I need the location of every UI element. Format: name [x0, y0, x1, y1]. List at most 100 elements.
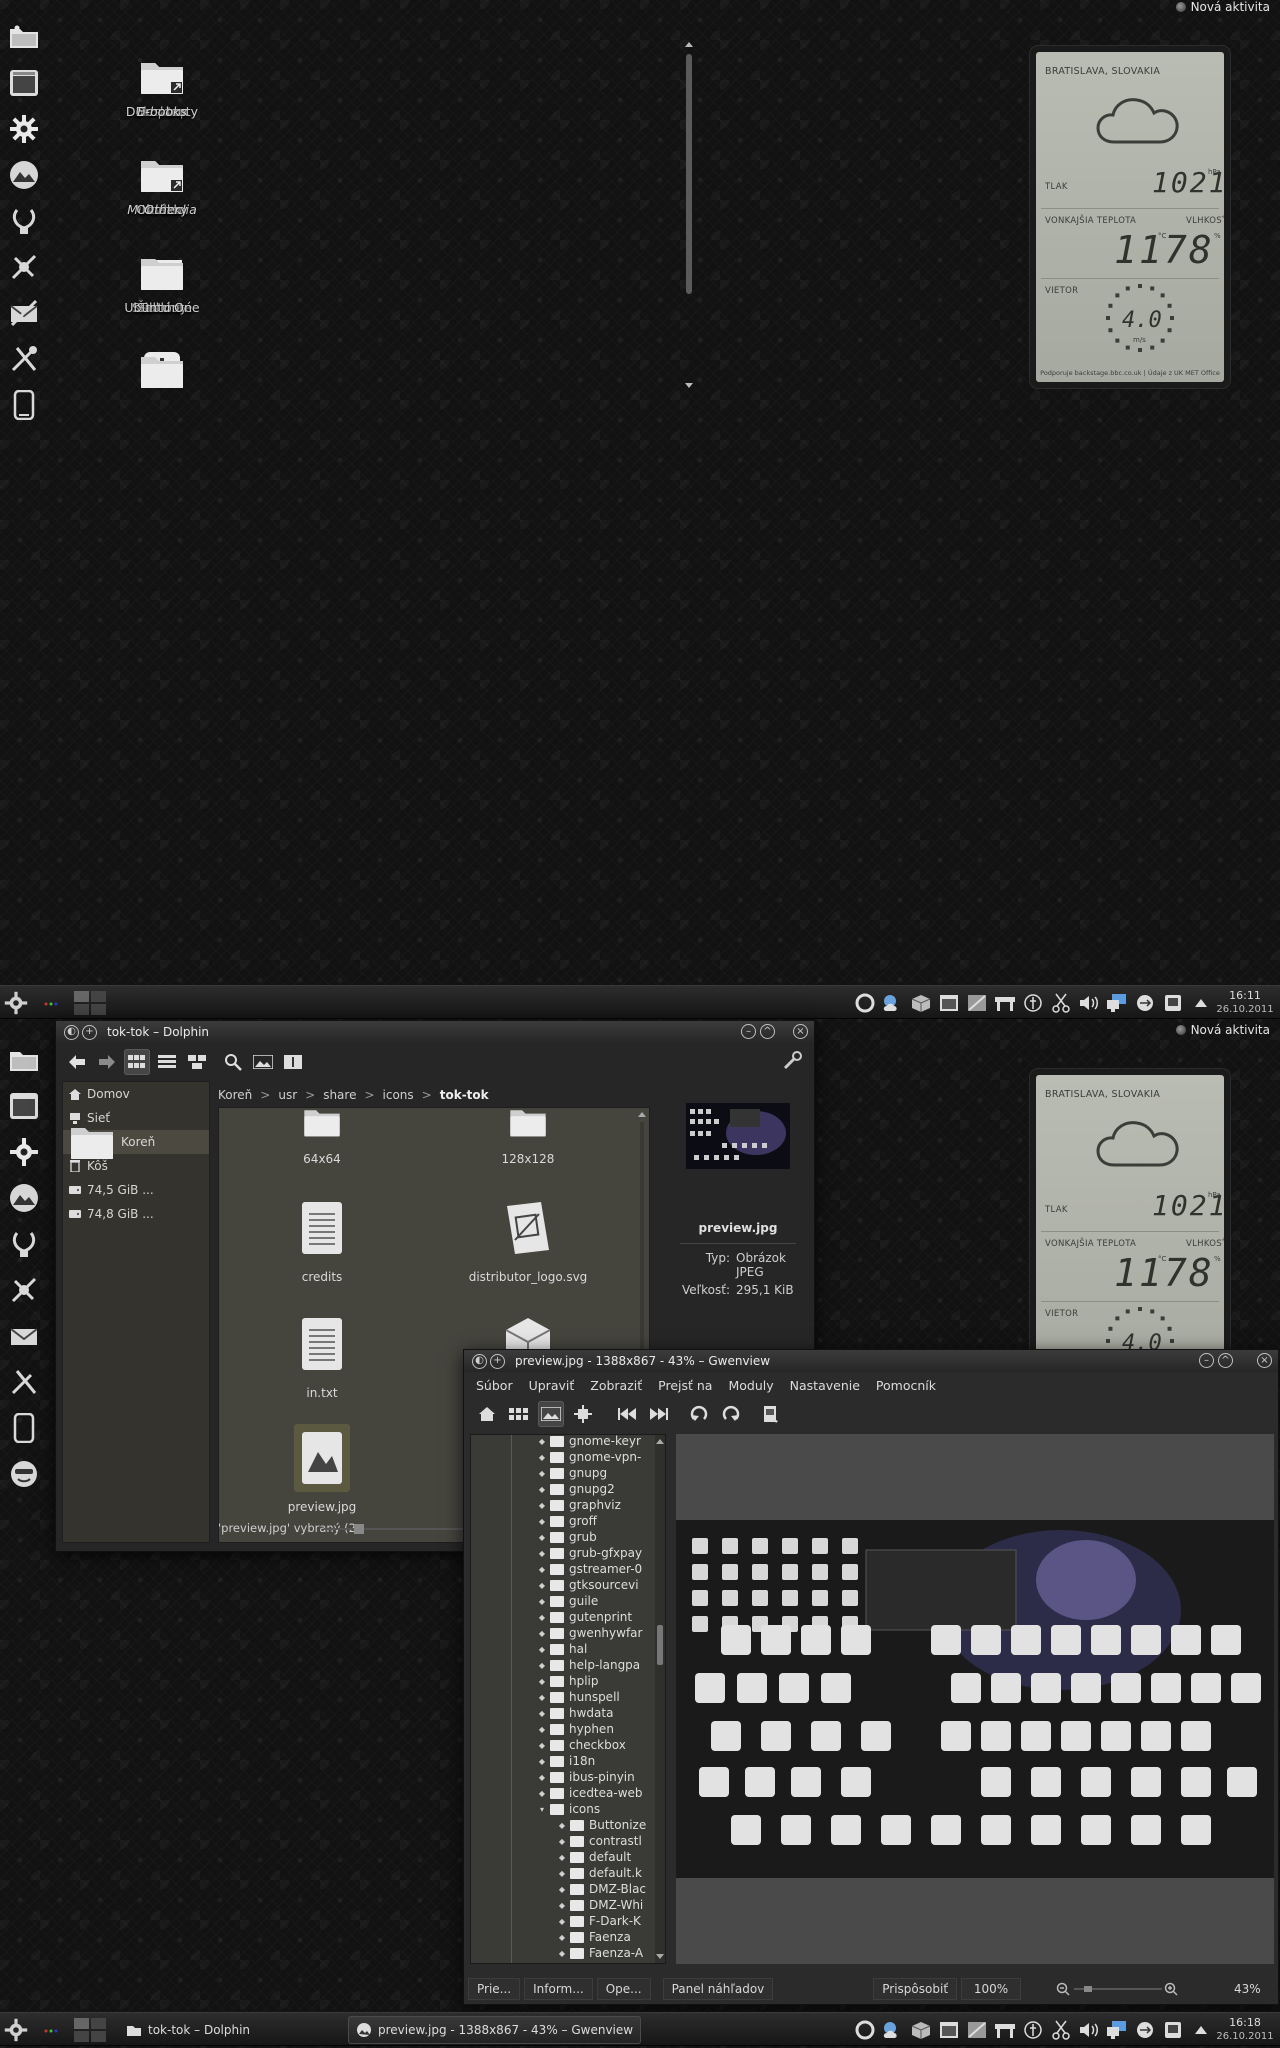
tree-item[interactable]: ◆ gnupg2: [471, 1481, 665, 1497]
window-icon[interactable]: [938, 2019, 960, 2041]
expand-icon[interactable]: ◆: [537, 1597, 547, 1606]
zoom-slider[interactable]: [324, 1523, 464, 1535]
package-icon[interactable]: [910, 2019, 932, 2041]
expand-icon[interactable]: ◆: [537, 1437, 547, 1446]
maximize-button[interactable]: ^: [1218, 1353, 1233, 1368]
dock-tools-icon[interactable]: [7, 1365, 41, 1399]
view-button[interactable]: [538, 1401, 564, 1427]
places-item[interactable]: 74,8 GiB ...: [63, 1202, 209, 1226]
expand-icon[interactable]: ◆: [537, 1773, 547, 1782]
task-button[interactable]: preview.jpg - 1388x867 - 43% – Gwenview: [348, 2016, 642, 2044]
image-icon[interactable]: [966, 2019, 988, 2041]
tree-item[interactable]: ◆ hyphen: [471, 1721, 665, 1737]
tree-item[interactable]: ◆ gnome-vpn-: [471, 1449, 665, 1465]
tree-item[interactable]: ◆ guile: [471, 1593, 665, 1609]
activity-dots-icon[interactable]: [44, 2029, 58, 2033]
tree-item[interactable]: ◆ grub: [471, 1529, 665, 1545]
dock-mail-icon[interactable]: [7, 1319, 41, 1353]
sync-icon[interactable]: [1134, 2019, 1156, 2041]
expand-icon[interactable]: ◆: [557, 1917, 567, 1926]
kickoff-gear-icon[interactable]: [4, 2018, 28, 2042]
tree-scrollbar[interactable]: [655, 1435, 665, 1963]
tree-item[interactable]: ◆ contrastl: [471, 1833, 665, 1849]
expand-icon[interactable]: ◆: [557, 1869, 567, 1878]
opera-icon[interactable]: [854, 2019, 876, 2041]
expand-icon[interactable]: ◆: [537, 1533, 547, 1542]
new-activity-button[interactable]: Nová aktivita: [1175, 0, 1270, 14]
dolphin-titlebar[interactable]: ◐ + tok-tok – Dolphin – ^ ×: [56, 1021, 814, 1043]
back-button[interactable]: [64, 1049, 90, 1075]
save-button[interactable]: [758, 1401, 784, 1427]
dock-window-icon[interactable]: [7, 1089, 41, 1123]
expand-icon[interactable]: ◆: [557, 1821, 567, 1830]
window-menu-icon[interactable]: ◐: [472, 1353, 487, 1369]
desktop-item[interactable]: [106, 346, 218, 436]
weather-tray-icon[interactable]: [882, 2019, 904, 2041]
configure-wrench-icon[interactable]: [782, 1051, 802, 1071]
desktop-item[interactable]: Ubuntu One: [106, 248, 218, 338]
next-button[interactable]: [646, 1401, 672, 1427]
image-view-button[interactable]: [250, 1049, 276, 1075]
tree-item[interactable]: ◆ gwenhywfar: [471, 1625, 665, 1641]
pin-icon[interactable]: +: [82, 1024, 97, 1040]
dock-phone-icon[interactable]: [7, 388, 41, 422]
expand-icon[interactable]: ◆: [537, 1661, 547, 1670]
tree-item[interactable]: ◆ groff: [471, 1513, 665, 1529]
expand-icon[interactable]: ◆: [537, 1725, 547, 1734]
tree-item[interactable]: ◆ gtksourcevi: [471, 1577, 665, 1593]
file-item[interactable]: distributor_logo.svg: [453, 1194, 603, 1284]
places-item[interactable]: Domov: [63, 1082, 209, 1106]
expand-icon[interactable]: ◆: [537, 1709, 547, 1718]
dock-phone-icon[interactable]: [7, 1411, 41, 1445]
desk-icon[interactable]: [994, 2019, 1016, 2041]
expand-icon[interactable]: ◆: [557, 1837, 567, 1846]
pager-icon[interactable]: [74, 2018, 106, 2042]
expand-icon[interactable]: ◆: [537, 1677, 547, 1686]
close-button[interactable]: ×: [1257, 1353, 1272, 1368]
tree-item[interactable]: ◆ default: [471, 1849, 665, 1865]
expand-icon[interactable]: ◆: [537, 1453, 547, 1462]
panel-clock[interactable]: 16:11 26.10.2011: [1214, 989, 1276, 1017]
preview-toggle-button[interactable]: [220, 1049, 246, 1075]
kickoff-gear-icon[interactable]: [4, 991, 28, 1015]
panel-clock[interactable]: 16:18 26.10.2011: [1214, 2016, 1276, 2044]
dock-lyre-icon[interactable]: [7, 1227, 41, 1261]
new-activity-button[interactable]: Nová aktivita: [1175, 1023, 1270, 1037]
tree-item[interactable]: ◆ gnome-keyr: [471, 1435, 665, 1449]
expand-icon[interactable]: ◆: [537, 1549, 547, 1558]
tree-item[interactable]: ▾ icons: [471, 1801, 665, 1817]
tree-item[interactable]: ◆ hplip: [471, 1673, 665, 1689]
dock-network-icon[interactable]: [7, 250, 41, 284]
zoom-slider[interactable]: [1074, 1986, 1162, 1992]
menu-item[interactable]: Pomocník: [876, 1378, 936, 1393]
battery-icon[interactable]: [1162, 2019, 1184, 2041]
dock-folder-icon[interactable]: [7, 1043, 41, 1077]
battery-icon[interactable]: [1162, 992, 1184, 1014]
browse-button[interactable]: [506, 1401, 532, 1427]
dock-mail-icon[interactable]: [7, 296, 41, 330]
image-icon[interactable]: [966, 992, 988, 1014]
thumbnail-bar-button[interactable]: Panel náhľadov: [662, 1978, 774, 2000]
file-item[interactable]: in.txt: [247, 1310, 397, 1400]
tree-item[interactable]: ◆ checkbox: [471, 1737, 665, 1753]
expand-icon[interactable]: ◆: [537, 1693, 547, 1702]
places-item[interactable]: Koreň: [63, 1128, 209, 1159]
zoom-in-icon[interactable]: [1164, 1982, 1178, 1996]
desktop-item[interactable]: Other: [106, 150, 218, 240]
expand-icon[interactable]: ◆: [537, 1485, 547, 1494]
sidebar-tab-button[interactable]: Ope...: [596, 1978, 651, 2000]
breadcrumb-item[interactable]: icons: [383, 1088, 414, 1102]
menu-item[interactable]: Moduly: [728, 1378, 773, 1393]
expand-icon[interactable]: ◆: [557, 1901, 567, 1910]
tree-item[interactable]: ◆ ibus-pinyin: [471, 1769, 665, 1785]
fullscreen-button[interactable]: [570, 1401, 596, 1427]
expand-icon[interactable]: ◆: [537, 1741, 547, 1750]
places-item[interactable]: 74,5 GiB ...: [63, 1178, 209, 1202]
menu-item[interactable]: Súbor: [476, 1378, 513, 1393]
tree-item[interactable]: ◆ graphviz: [471, 1497, 665, 1513]
forward-button[interactable]: [94, 1049, 120, 1075]
previous-button[interactable]: [614, 1401, 640, 1427]
desktop-item[interactable]: E-books: [106, 52, 218, 142]
file-item[interactable]: credits: [247, 1194, 397, 1284]
expand-icon[interactable]: ◆: [537, 1757, 547, 1766]
